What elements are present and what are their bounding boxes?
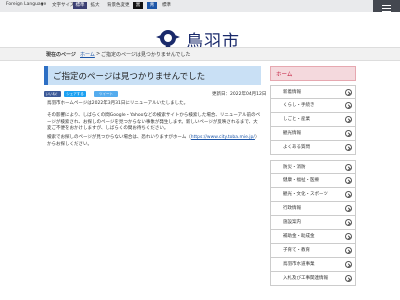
sidebar-item-label: 子育て・教育 <box>283 248 310 253</box>
sidebar-heading[interactable]: ホーム <box>270 66 356 81</box>
sidebar-item-label: 観光・文化・スポーツ <box>283 192 328 197</box>
sidebar-item-disaster[interactable]: 防災・消防 <box>270 160 356 174</box>
sidebar-item-label: 防災・消防 <box>283 165 306 170</box>
home-url-link[interactable]: https://www.city.toba.mie.jp/ <box>191 135 255 140</box>
breadcrumb-separator: > <box>96 51 101 57</box>
sidebar-item-label: 観光情報 <box>283 131 301 136</box>
updated-date: 更新日：2022年04月12日 <box>212 92 267 97</box>
sidebar-item-tourism[interactable]: 観光情報 <box>270 127 356 141</box>
bg-standard-button[interactable]: 標準 <box>162 2 171 8</box>
sidebar-item-faq[interactable]: よくある質問 <box>270 141 356 155</box>
page-title: ご指定のページは見つかりませんでした <box>44 66 261 85</box>
sidebar-item-bidding[interactable]: 入札及び工事関連情報 <box>270 272 356 286</box>
tweet-button[interactable]: ツイート <box>94 91 118 97</box>
chevron-right-icon <box>345 205 352 212</box>
sidebar-item-admin[interactable]: 行政情報 <box>270 202 356 216</box>
facebook-share-button[interactable]: シェアする <box>64 91 86 97</box>
sidebar-item-label: 鳥羽市水道事業 <box>283 262 315 267</box>
text-size-label: 文字サイズ <box>52 3 75 8</box>
sidebar-item-label: 新着情報 <box>283 90 301 95</box>
text-size-large-button[interactable]: 拡大 <box>90 2 100 9</box>
breadcrumb: 現在のページ ホーム > ご指定のページは見つかりませんでした <box>0 47 400 61</box>
sidebar-item-living[interactable]: くらし・手続き <box>270 99 356 113</box>
search-hint-prefix: 検索でお探しのページが見つからない場合は、恐れいりますがホーム（ <box>47 135 191 140</box>
sidebar-item-childcare[interactable]: 子育て・教育 <box>270 244 356 258</box>
sidebar-item-label: くらし・手続き <box>283 103 315 108</box>
sidebar-item-news[interactable]: 新着情報 <box>270 85 356 99</box>
sidebar-item-label: 行政情報 <box>283 206 301 211</box>
chevron-right-icon <box>345 275 352 282</box>
sidebar-heading-text: ホーム <box>276 72 293 78</box>
sidebar-item-health[interactable]: 健康・福祉・医療 <box>270 174 356 188</box>
sidebar-item-label: 入札及び工事関連情報 <box>283 276 328 281</box>
chevron-right-icon <box>345 102 352 109</box>
chevron-right-icon <box>345 164 352 171</box>
chevron-right-icon <box>345 219 352 226</box>
page-title-text: ご指定のページは見つかりませんでした <box>53 72 206 82</box>
hamburger-icon <box>382 5 391 12</box>
chevron-right-icon <box>345 177 352 184</box>
bg-blue-button[interactable]: 青 <box>147 2 157 9</box>
sidebar-item-label: よくある質問 <box>283 145 310 150</box>
text-size-standard-button[interactable]: 標準 <box>73 2 87 9</box>
chevron-right-icon <box>345 144 352 151</box>
language-caret-icon[interactable]: ▾ <box>41 2 43 7</box>
sidebar-item-label: 補助金・助成金 <box>283 234 315 239</box>
site-header: 鳥羽市 <box>0 12 400 52</box>
chevron-right-icon <box>345 261 352 268</box>
city-emblem-logo[interactable] <box>156 27 180 49</box>
intro-paragraph: 鳥羽市ホームページは2022年3月31日にリニューアルいたしました。 <box>47 101 189 106</box>
chevron-right-icon <box>345 247 352 254</box>
sidebar-item-facilities[interactable]: 施設案内 <box>270 216 356 230</box>
chevron-right-icon <box>345 233 352 240</box>
search-hint-paragraph: 検索でお探しのページが見つからない場合は、恐れいりますがホーム（https://… <box>47 135 261 148</box>
chevron-right-icon <box>345 130 352 137</box>
chevron-right-icon <box>345 191 352 198</box>
sidebar-item-label: しごと・産業 <box>283 117 310 122</box>
breadcrumb-current: ご指定のページは見つかりませんでした <box>101 52 191 58</box>
facebook-like-button[interactable]: いいね！ <box>44 91 61 97</box>
sidebar-item-work[interactable]: しごと・産業 <box>270 113 356 127</box>
breadcrumb-home-link[interactable]: ホーム <box>80 51 95 58</box>
chevron-right-icon <box>345 116 352 123</box>
sidebar-item-subsidy[interactable]: 補助金・助成金 <box>270 230 356 244</box>
breadcrumb-label: 現在のページ <box>46 52 76 58</box>
bg-black-button[interactable]: 黒 <box>133 2 143 9</box>
chevron-right-icon <box>345 89 352 96</box>
sidebar-item-water[interactable]: 鳥羽市水道事業 <box>270 258 356 272</box>
bg-color-label: 背景色変更 <box>107 3 130 8</box>
utility-bar: Foreign Language ▾ 文字サイズ 標準 拡大 背景色変更 黒 青… <box>0 0 400 12</box>
sidebar-item-label: 施設案内 <box>283 220 301 225</box>
sidebar-item-culture[interactable]: 観光・文化・スポーツ <box>270 188 356 202</box>
sidebar-item-label: 健康・福祉・医療 <box>283 178 319 183</box>
notice-paragraph: その影響により、しばらくの間Google・Yahooなどの検索サイトから検索した… <box>47 113 261 131</box>
